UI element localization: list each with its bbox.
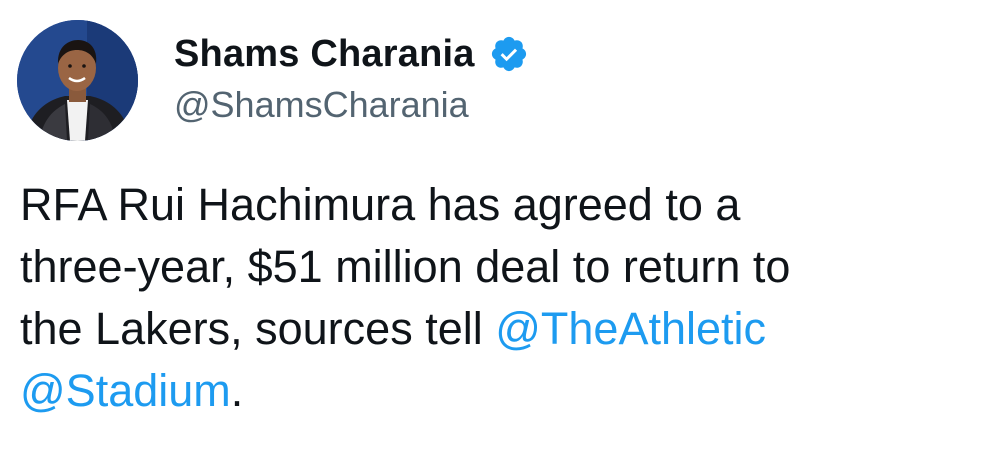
author-handle[interactable]: @ShamsCharania bbox=[174, 84, 529, 126]
tweet-line-4: @Stadium. bbox=[20, 360, 985, 422]
tweet-line-2: three-year, $51 million deal to return t… bbox=[20, 241, 791, 292]
tweet-line-3: the Lakers, sources tell @TheAthletic bbox=[20, 298, 985, 360]
name-row: Shams Charania bbox=[174, 28, 529, 80]
tweet-line-3-text: the Lakers, sources tell bbox=[20, 303, 496, 354]
mention-link-theathletic[interactable]: @TheAthletic bbox=[495, 303, 766, 354]
tweet-text: RFA Rui Hachimura has agreed to a three-… bbox=[20, 174, 985, 422]
avatar-photo bbox=[17, 20, 138, 141]
avatar[interactable] bbox=[17, 20, 138, 141]
author-display-name[interactable]: Shams Charania bbox=[174, 33, 475, 76]
tweet-trailing-period: . bbox=[230, 365, 244, 416]
verified-badge-icon bbox=[489, 34, 529, 74]
tweet-card: Shams Charania @ShamsCharania RFA Rui Ha… bbox=[0, 0, 993, 460]
tweet-line-1: RFA Rui Hachimura has agreed to a bbox=[20, 179, 741, 230]
tweet-header: Shams Charania @ShamsCharania bbox=[174, 28, 529, 126]
mention-link-stadium[interactable]: @Stadium bbox=[20, 365, 231, 416]
